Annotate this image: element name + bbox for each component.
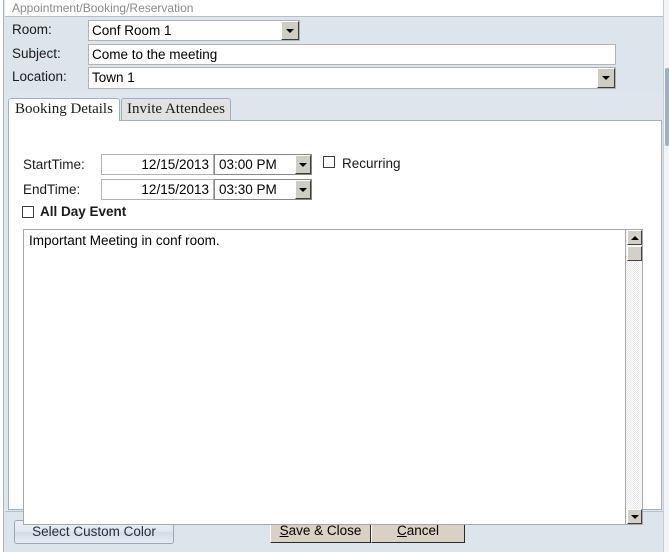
end-date-input[interactable]: 12/15/2013 — [101, 179, 214, 200]
room-label: Room: — [12, 22, 52, 37]
room-dropdown-arrow-icon[interactable] — [281, 21, 299, 40]
cancel-text: ancel — [406, 523, 440, 538]
window-titlebar: Appointment/Booking/Reservation — [5, 0, 665, 17]
notes-scrollbar[interactable] — [625, 230, 642, 524]
window-title: Appointment/Booking/Reservation — [12, 1, 194, 15]
tab-panel-booking-details: StartTime: 12/15/2013 03:00 PM Recurring… — [8, 120, 662, 525]
notes-text: Important Meeting in conf room. — [29, 233, 220, 248]
tab-control: Booking Details Invite Attendees StartTi… — [8, 98, 662, 525]
save-close-text: ave & Close — [288, 523, 362, 538]
all-day-event-checkbox[interactable] — [22, 206, 34, 218]
save-close-accesskey: S — [279, 523, 289, 538]
window-vertical-scrollbar[interactable] — [663, 0, 669, 552]
appointment-booking-window: Appointment/Booking/Reservation Room: Co… — [0, 0, 669, 552]
notes-textarea[interactable]: Important Meeting in conf room. — [23, 229, 643, 525]
start-time-dropdown-arrow-icon[interactable] — [295, 155, 311, 174]
cancel-accesskey: C — [396, 523, 407, 538]
location-combobox[interactable]: Town 1 — [88, 67, 616, 89]
header-fields-panel: Room: Conf Room 1 Subject: Come to the m… — [5, 18, 665, 92]
start-date-input[interactable]: 12/15/2013 — [101, 154, 214, 175]
all-day-event-label: All Day Event — [40, 204, 127, 219]
scroll-down-arrow-icon[interactable] — [627, 509, 642, 524]
end-time-label: EndTime: — [23, 182, 81, 197]
window-left-edge — [0, 0, 4, 552]
scrollbar-thumb[interactable] — [627, 246, 642, 261]
recurring-label: Recurring — [342, 156, 401, 171]
scroll-up-arrow-icon[interactable] — [627, 230, 642, 245]
start-time-label: StartTime: — [23, 157, 85, 172]
tab-booking-details[interactable]: Booking Details — [8, 98, 120, 121]
location-dropdown-arrow-icon[interactable] — [597, 68, 615, 88]
subject-label: Subject: — [12, 46, 61, 61]
end-time-dropdown-arrow-icon[interactable] — [295, 180, 311, 199]
location-label: Location: — [12, 69, 67, 84]
recurring-checkbox[interactable] — [323, 156, 335, 168]
tab-invite-attendees[interactable]: Invite Attendees — [121, 98, 231, 120]
subject-input[interactable]: Come to the meeting — [88, 44, 616, 65]
room-combobox[interactable]: Conf Room 1 — [88, 20, 300, 41]
window-scrollbar-thumb[interactable] — [665, 68, 669, 146]
